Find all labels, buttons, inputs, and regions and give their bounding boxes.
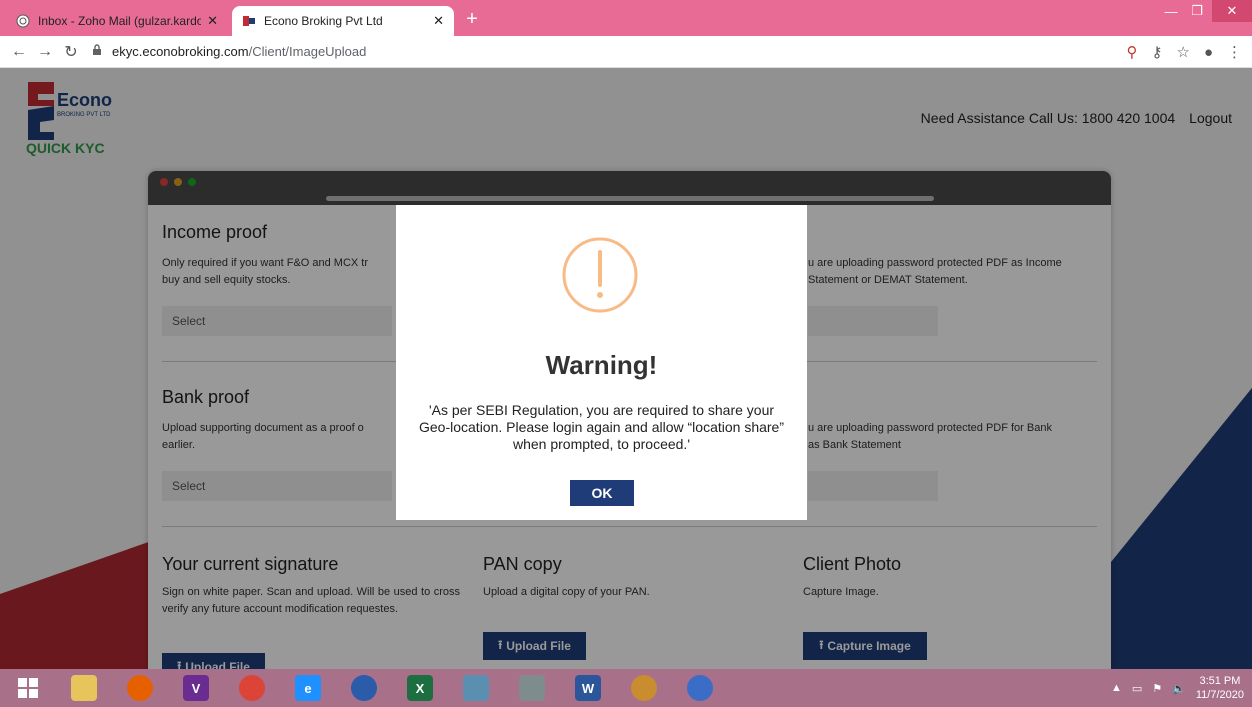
econo-favicon-icon <box>242 14 256 28</box>
mail-button[interactable] <box>336 669 392 707</box>
star-icon[interactable]: ☆ <box>1176 43 1189 61</box>
notes-icon <box>463 675 489 701</box>
location-blocked-icon[interactable]: ⚲ <box>1126 43 1137 61</box>
start-button[interactable] <box>0 669 56 707</box>
calculator-icon <box>519 675 545 701</box>
windows-logo-icon <box>18 678 38 698</box>
back-icon[interactable]: ← <box>6 43 32 61</box>
close-icon[interactable]: ✕ <box>433 13 444 29</box>
close-icon[interactable]: ✕ <box>207 13 218 29</box>
clock-time: 3:51 PM <box>1199 675 1241 687</box>
browser-tab-bar: Inbox - Zoho Mail (gulzar.kardor ✕ Econo… <box>0 0 1252 36</box>
warning-modal: Warning! 'As per SEBI Regulation, you ar… <box>396 205 807 520</box>
new-tab-button[interactable]: + <box>460 8 484 31</box>
firefox-button[interactable] <box>112 669 168 707</box>
word-icon: W <box>575 675 601 701</box>
flag-icon[interactable]: ⚑ <box>1152 682 1162 695</box>
chrome-icon <box>239 675 265 701</box>
lock-icon <box>92 44 106 59</box>
url-field[interactable]: ekyc.econobroking.com /Client/ImageUploa… <box>92 44 366 59</box>
tab-title: Inbox - Zoho Mail (gulzar.kardor <box>38 14 202 28</box>
windows-taskbar: V e X W ▲ ▭ ⚑ 🔈 3:51 PM 11/7/2020 <box>0 669 1252 707</box>
tab-title: Econo Broking Pvt Ltd <box>264 14 383 28</box>
profile-icon[interactable]: ● <box>1204 44 1213 61</box>
modal-message: 'As per SEBI Regulation, you are require… <box>419 402 784 452</box>
url-domain: ekyc.econobroking.com <box>112 44 249 59</box>
modal-title: Warning! <box>545 350 658 380</box>
reload-icon[interactable]: ↻ <box>58 42 84 62</box>
minimize-icon[interactable]: — <box>1158 0 1184 22</box>
tab-econo-broking[interactable]: Econo Broking Pvt Ltd ✕ <box>232 6 454 36</box>
toolbar-actions: ⚲ ⚷ ☆ ● ⋮ <box>1126 36 1242 68</box>
url-path: /Client/ImageUpload <box>248 44 367 59</box>
chevron-up-icon[interactable]: ▲ <box>1111 682 1122 694</box>
messenger-button[interactable] <box>672 669 728 707</box>
excel-icon: X <box>407 675 433 701</box>
warning-icon <box>562 237 638 313</box>
ok-button[interactable]: OK <box>570 480 634 506</box>
ie-button[interactable]: e <box>280 669 336 707</box>
messenger-icon <box>687 675 713 701</box>
chrome-button[interactable] <box>224 669 280 707</box>
folder-icon <box>71 675 97 701</box>
word-button[interactable]: W <box>560 669 616 707</box>
clock-date: 11/7/2020 <box>1195 689 1244 701</box>
key-icon[interactable]: ⚷ <box>1151 43 1162 61</box>
clock[interactable]: 3:51 PM 11/7/2020 <box>1196 674 1244 702</box>
tab-zoho-mail[interactable]: Inbox - Zoho Mail (gulzar.kardor ✕ <box>6 6 228 36</box>
address-bar: ← → ↻ ekyc.econobroking.com /Client/Imag… <box>0 36 1252 68</box>
mail-app-icon <box>351 675 377 701</box>
notes-button[interactable] <box>448 669 504 707</box>
internet-explorer-icon: e <box>295 675 321 701</box>
paint-button[interactable] <box>616 669 672 707</box>
calculator-button[interactable] <box>504 669 560 707</box>
maximize-icon[interactable]: ❐ <box>1184 0 1210 22</box>
network-icon[interactable]: ▭ <box>1132 682 1142 695</box>
file-explorer-button[interactable] <box>56 669 112 707</box>
vscode-button[interactable]: V <box>168 669 224 707</box>
firefox-icon <box>127 675 153 701</box>
paint-icon <box>631 675 657 701</box>
system-tray: ▲ ▭ ⚑ 🔈 3:51 PM 11/7/2020 <box>1111 669 1244 707</box>
window-close-icon[interactable]: ✕ <box>1212 0 1252 22</box>
excel-button[interactable]: X <box>392 669 448 707</box>
volume-icon[interactable]: 🔈 <box>1172 682 1186 695</box>
forward-icon[interactable]: → <box>32 43 58 61</box>
menu-icon[interactable]: ⋮ <box>1227 43 1242 61</box>
vs-icon: V <box>183 675 209 701</box>
zoho-mail-icon <box>16 14 30 28</box>
